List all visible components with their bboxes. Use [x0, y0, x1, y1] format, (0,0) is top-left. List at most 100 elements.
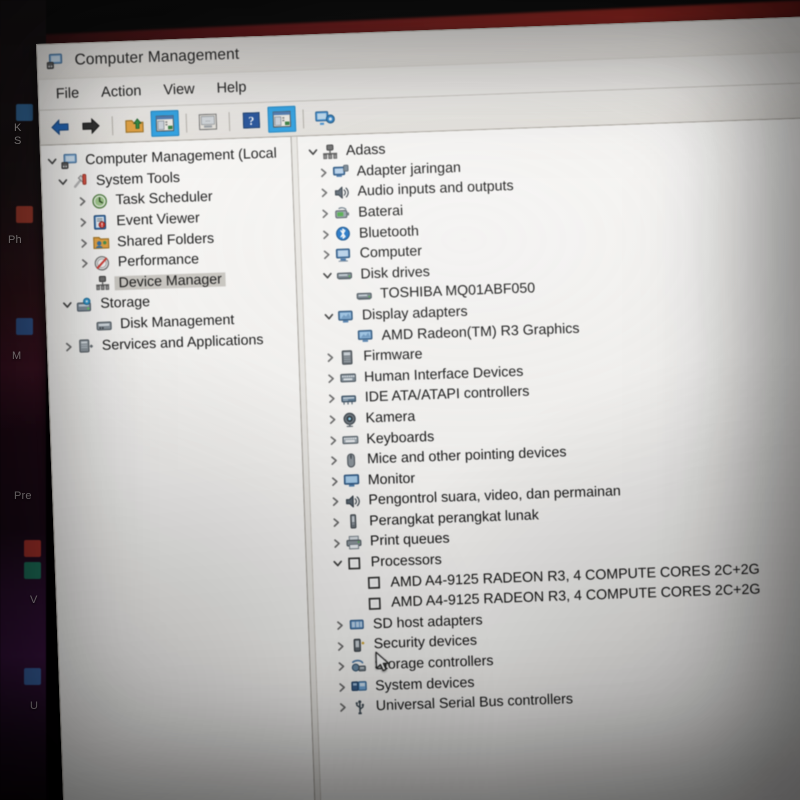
- console-item-label: Shared Folders: [116, 230, 215, 250]
- services-icon: [77, 338, 96, 355]
- chevron-right-icon[interactable]: [318, 250, 335, 261]
- chevron-right-icon[interactable]: [75, 238, 92, 249]
- show-hide-console-tree-button[interactable]: [150, 109, 180, 137]
- scan-hardware-changes-button[interactable]: [310, 104, 339, 131]
- firmware-icon: [341, 349, 353, 365]
- forward-button[interactable]: [77, 113, 106, 140]
- toolbar-separator: [185, 113, 188, 133]
- processor-icon: [365, 575, 384, 592]
- chevron-down-icon[interactable]: [329, 558, 346, 569]
- console-item-label: Storage: [100, 294, 151, 313]
- mouse-icon: [342, 452, 361, 469]
- chevron-right-icon[interactable]: [328, 538, 345, 549]
- chevron-right-icon[interactable]: [323, 414, 340, 425]
- hid-icon: [339, 373, 356, 383]
- camera-icon: [343, 412, 356, 427]
- device-manager-pane[interactable]: Adass Adapter jaringan Audio inputs and …: [297, 115, 800, 800]
- chevron-down-icon[interactable]: [58, 300, 75, 311]
- chevron-right-icon[interactable]: [74, 197, 91, 208]
- svg-text:?: ?: [248, 114, 254, 128]
- console-tree-list: System Tools Task Scheduler Event Viewer…: [44, 164, 298, 358]
- chevron-right-icon[interactable]: [316, 209, 333, 220]
- storage-icon: [76, 297, 91, 312]
- printer-icon: [346, 535, 361, 550]
- speaker-icon: [332, 184, 351, 201]
- desktop-icon-glyph[interactable]: [16, 318, 33, 335]
- menu-action[interactable]: Action: [90, 80, 153, 104]
- chevron-right-icon[interactable]: [317, 229, 334, 240]
- up-one-level-button[interactable]: [119, 111, 148, 138]
- chevron-right-icon[interactable]: [60, 341, 77, 352]
- performance-icon: [94, 255, 109, 271]
- display-adapter-icon: [337, 310, 353, 323]
- system-tools-icon: [71, 173, 90, 190]
- disk-drive-icon: [355, 287, 374, 304]
- device-item-label: Bluetooth: [358, 222, 420, 242]
- desktop-icon-label-2: Ph: [8, 234, 22, 246]
- console-item-label: Task Scheduler: [115, 189, 213, 209]
- menu-view[interactable]: View: [152, 78, 206, 102]
- performance-icon: [93, 255, 112, 272]
- help-button[interactable]: ?: [236, 107, 265, 134]
- chevron-right-icon[interactable]: [325, 456, 342, 467]
- desktop-icon-label-1: S: [14, 135, 22, 147]
- desktop-icon-glyph[interactable]: [16, 206, 33, 223]
- device-item-label: Storage controllers: [374, 653, 494, 674]
- back-button[interactable]: [46, 114, 75, 141]
- computer-icon: [335, 248, 350, 262]
- chevron-right-icon[interactable]: [334, 702, 351, 713]
- menu-help[interactable]: Help: [205, 76, 258, 100]
- menu-file[interactable]: File: [44, 82, 90, 106]
- console-item-label: Event Viewer: [116, 210, 200, 230]
- console-item-label: System Tools: [95, 169, 181, 189]
- desktop-icon-label-4: Pre: [14, 490, 32, 502]
- ide-controller-icon: [340, 390, 359, 407]
- processor-icon: [347, 557, 360, 570]
- desktop-icon-label-6: U: [30, 700, 39, 712]
- services-icon: [78, 339, 93, 353]
- monitor-icon: [343, 472, 362, 489]
- chevron-right-icon[interactable]: [326, 476, 343, 487]
- chevron-down-icon[interactable]: [54, 177, 71, 188]
- chevron-right-icon[interactable]: [315, 188, 332, 199]
- processor-icon: [368, 597, 381, 610]
- security-device-icon: [353, 638, 364, 652]
- console-tree-pane[interactable]: Computer Management (Local System Tools: [40, 136, 317, 800]
- chevron-down-icon[interactable]: [318, 270, 335, 281]
- chevron-right-icon[interactable]: [315, 167, 332, 178]
- chevron-right-icon[interactable]: [332, 641, 349, 652]
- chevron-right-icon[interactable]: [76, 258, 93, 269]
- arrow-left-icon: [51, 119, 69, 136]
- chevron-down-icon[interactable]: [320, 311, 337, 322]
- chevron-right-icon[interactable]: [322, 373, 339, 384]
- device-item-label: Adapter jaringan: [356, 159, 462, 180]
- desktop-icon-glyph[interactable]: [16, 104, 33, 121]
- chevron-right-icon[interactable]: [332, 661, 349, 672]
- chevron-right-icon[interactable]: [323, 394, 340, 405]
- chevron-right-icon[interactable]: [321, 353, 338, 364]
- desktop-icon-glyph[interactable]: [24, 562, 41, 579]
- device-manager-icon: [95, 276, 109, 291]
- refresh-button[interactable]: ···: [193, 108, 222, 135]
- desktop-icon-glyph[interactable]: [24, 668, 41, 685]
- firmware-icon: [338, 349, 357, 366]
- chevron-down-icon[interactable]: [304, 147, 321, 158]
- arrow-right-icon: [82, 117, 100, 135]
- desktop-icon-glyph[interactable]: [24, 540, 41, 557]
- chevron-right-icon[interactable]: [74, 217, 91, 228]
- system-tools-icon: [73, 174, 86, 189]
- chevron-right-icon[interactable]: [326, 497, 343, 508]
- device-item-label: Processors: [370, 551, 442, 571]
- chevron-right-icon[interactable]: [324, 435, 341, 446]
- chevron-right-icon[interactable]: [327, 517, 344, 528]
- chevron-down-icon[interactable]: [43, 157, 60, 168]
- scan-monitor-icon: [315, 110, 335, 125]
- chevron-right-icon[interactable]: [333, 682, 350, 693]
- console-item-label: Disk Management: [119, 312, 235, 333]
- properties-button[interactable]: [267, 105, 297, 133]
- hid-icon: [339, 370, 358, 387]
- toolbar-separator: [111, 115, 114, 135]
- bluetooth-icon: [334, 225, 353, 242]
- chevron-right-icon[interactable]: [331, 620, 348, 631]
